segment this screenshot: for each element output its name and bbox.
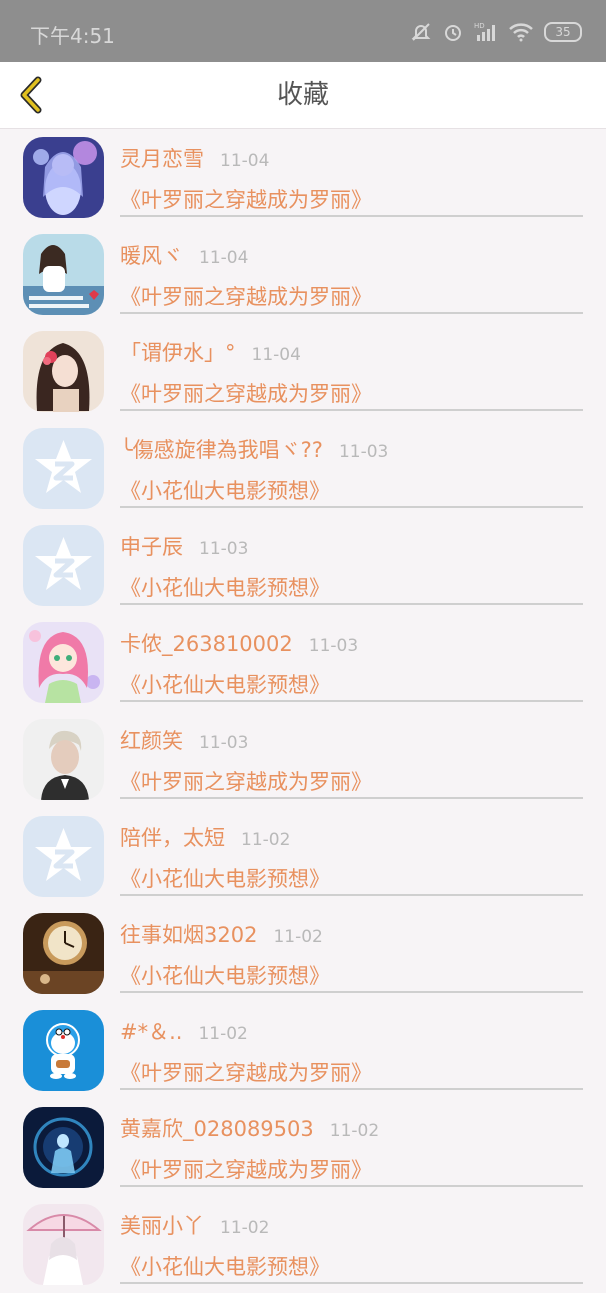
favorite-date: 11-03 bbox=[199, 539, 249, 559]
user-name[interactable]: 往事如烟3202 bbox=[120, 923, 257, 947]
default-qzone-avatar[interactable] bbox=[23, 816, 104, 897]
list-item[interactable]: #*＆.. 11-02 《叶罗丽之穿越成为罗丽》 bbox=[0, 1002, 606, 1099]
umbrella-girl-avatar[interactable] bbox=[23, 1204, 104, 1285]
list-item[interactable]: 灵月恋雪 11-04 《叶罗丽之穿越成为罗丽》 bbox=[0, 129, 606, 226]
pink-hair-girl-avatar[interactable] bbox=[23, 622, 104, 703]
story-title-link[interactable]: 《小花仙大电影预想》 bbox=[120, 669, 330, 699]
mute-bell-icon bbox=[410, 21, 432, 43]
divider bbox=[120, 991, 583, 993]
user-name[interactable]: ╰傷感旋律為我唱ヾ?? bbox=[120, 438, 323, 462]
doraemon-avatar[interactable] bbox=[23, 1010, 104, 1091]
favorite-date: 11-02 bbox=[220, 1218, 270, 1238]
alarm-icon bbox=[442, 21, 464, 43]
network-label: HD bbox=[474, 22, 485, 30]
story-title-link[interactable]: 《叶罗丽之穿越成为罗丽》 bbox=[120, 281, 372, 311]
story-title-link[interactable]: 《叶罗丽之穿越成为罗丽》 bbox=[120, 766, 372, 796]
blue-angel-avatar[interactable] bbox=[23, 1107, 104, 1188]
status-time: 下午4:51 bbox=[30, 24, 115, 48]
nav-bar: 收藏 bbox=[0, 62, 606, 129]
page-title: 收藏 bbox=[276, 80, 329, 110]
divider bbox=[120, 1282, 583, 1284]
default-qzone-avatar[interactable] bbox=[23, 428, 104, 509]
painted-girl-avatar[interactable] bbox=[23, 331, 104, 412]
divider bbox=[120, 1088, 583, 1090]
divider bbox=[120, 797, 583, 799]
status-bar: 下午4:51 HD 35 bbox=[0, 0, 606, 62]
favorite-date: 11-03 bbox=[308, 636, 359, 656]
favorite-date: 11-02 bbox=[241, 830, 291, 850]
favorites-list: 灵月恋雪 11-04 《叶罗丽之穿越成为罗丽》 暖风ヾ 11-04 《叶罗丽之穿越成… bbox=[0, 129, 606, 1293]
list-item[interactable]: 往事如烟3202 11-02 《小花仙大电影预想》 bbox=[0, 905, 606, 1002]
favorite-date: 11-03 bbox=[199, 733, 249, 753]
chevron-left-icon bbox=[20, 76, 42, 114]
story-title-link[interactable]: 《叶罗丽之穿越成为罗丽》 bbox=[120, 1154, 372, 1184]
user-name[interactable]: 申子辰 bbox=[120, 535, 183, 559]
divider bbox=[120, 409, 583, 411]
signal-icon: HD bbox=[474, 21, 498, 43]
story-title-link[interactable]: 《小花仙大电影预想》 bbox=[120, 960, 330, 990]
back-button[interactable] bbox=[8, 72, 54, 118]
list-item[interactable]: 卡侬_263810002 11-03 《小花仙大电影预想》 bbox=[0, 614, 606, 711]
user-name[interactable]: 「谓伊水」° bbox=[120, 341, 236, 365]
story-title-link[interactable]: 《小花仙大电影预想》 bbox=[120, 863, 330, 893]
favorite-date: 11-04 bbox=[251, 345, 301, 365]
divider bbox=[120, 603, 583, 605]
favorite-date: 11-02 bbox=[329, 1121, 380, 1141]
default-qzone-avatar[interactable] bbox=[23, 525, 104, 606]
story-title-link[interactable]: 《叶罗丽之穿越成为罗丽》 bbox=[120, 378, 372, 408]
list-item[interactable]: 陪伴，太短 11-02 《小花仙大电影预想》 bbox=[0, 808, 606, 905]
list-item[interactable]: 暖风ヾ 11-04 《叶罗丽之穿越成为罗丽》 bbox=[0, 226, 606, 323]
divider bbox=[120, 215, 583, 217]
list-item[interactable]: 红颜笑 11-03 《叶罗丽之穿越成为罗丽》 bbox=[0, 711, 606, 808]
list-item[interactable]: 「谓伊水」° 11-04 《叶罗丽之穿越成为罗丽》 bbox=[0, 323, 606, 420]
girl-photo-avatar[interactable] bbox=[23, 234, 104, 315]
divider bbox=[120, 506, 583, 508]
divider bbox=[120, 312, 583, 314]
wifi-icon bbox=[508, 21, 534, 43]
divider bbox=[120, 894, 583, 896]
divider bbox=[120, 700, 583, 702]
story-title-link[interactable]: 《小花仙大电影预想》 bbox=[120, 475, 330, 505]
divider bbox=[120, 1185, 583, 1187]
clock-avatar[interactable] bbox=[23, 913, 104, 994]
list-item[interactable]: 美丽小丫 11-02 《小花仙大电影预想》 bbox=[0, 1196, 606, 1293]
favorite-date: 11-03 bbox=[338, 442, 389, 462]
story-title-link[interactable]: 《叶罗丽之穿越成为罗丽》 bbox=[120, 1057, 372, 1087]
story-title-link[interactable]: 《小花仙大电影预想》 bbox=[120, 572, 330, 602]
user-name[interactable]: 陪伴，太短 bbox=[120, 826, 225, 850]
user-name[interactable]: 红颜笑 bbox=[120, 729, 183, 753]
user-name[interactable]: 灵月恋雪 bbox=[120, 147, 204, 171]
battery-icon: 35 bbox=[544, 22, 582, 42]
favorite-date: 11-04 bbox=[199, 248, 249, 268]
favorite-date: 11-02 bbox=[273, 927, 323, 947]
list-item[interactable]: ╰傷感旋律為我唱ヾ?? 11-03 《小花仙大电影预想》 bbox=[0, 420, 606, 517]
user-name[interactable]: 美丽小丫 bbox=[120, 1214, 204, 1238]
user-name[interactable]: #*＆.. bbox=[120, 1020, 182, 1044]
man-portrait-avatar[interactable] bbox=[23, 719, 104, 800]
user-name[interactable]: 卡侬_263810002 bbox=[120, 632, 293, 656]
story-title-link[interactable]: 《叶罗丽之穿越成为罗丽》 bbox=[120, 184, 372, 214]
user-name[interactable]: 暖风ヾ bbox=[120, 244, 183, 268]
list-item[interactable]: 黄嘉欣_028089503 11-02 《叶罗丽之穿越成为罗丽》 bbox=[0, 1099, 606, 1196]
favorite-date: 11-02 bbox=[198, 1024, 248, 1044]
user-name[interactable]: 黄嘉欣_028089503 bbox=[120, 1117, 314, 1141]
anime-girl-avatar[interactable] bbox=[23, 137, 104, 218]
status-icons: HD 35 bbox=[410, 18, 582, 46]
list-item[interactable]: 申子辰 11-03 《小花仙大电影预想》 bbox=[0, 517, 606, 614]
favorite-date: 11-04 bbox=[220, 151, 270, 171]
story-title-link[interactable]: 《小花仙大电影预想》 bbox=[120, 1251, 330, 1281]
